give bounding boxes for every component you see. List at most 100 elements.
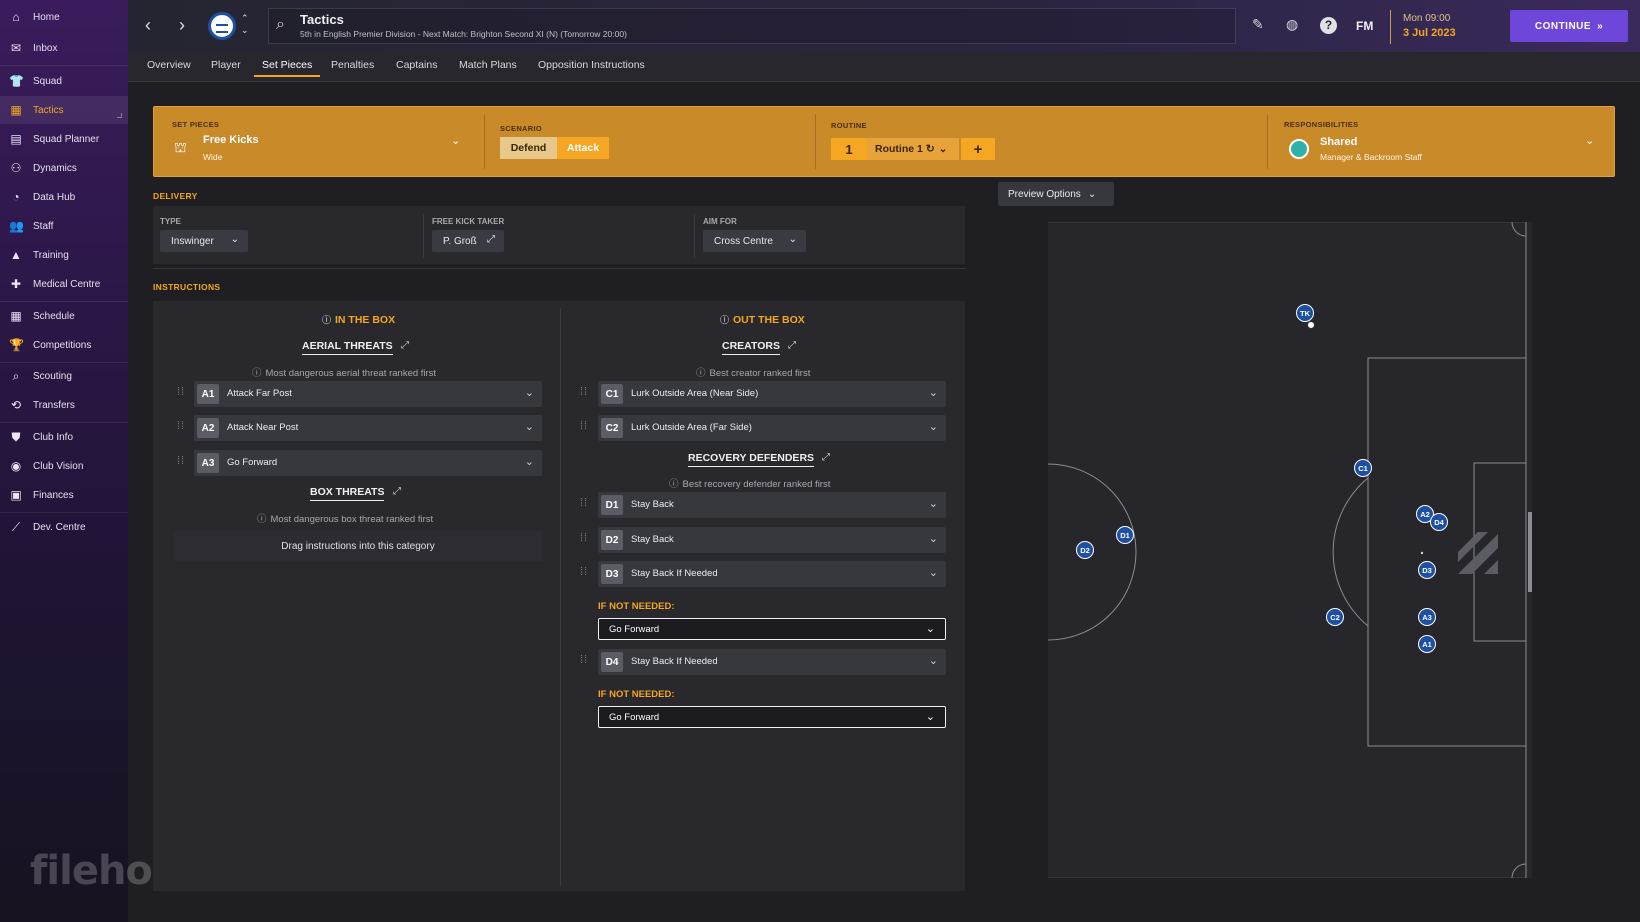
sidebar-item-club-info[interactable]: ⛊ Club Info — [0, 423, 128, 451]
aerial-threats-hint-text: Most dangerous aerial threat ranked firs… — [265, 368, 437, 379]
instruction-row-d3[interactable]: D3 Stay Back If Needed ⌄ — [598, 561, 946, 587]
drag-handle-icon[interactable]: ⁞⁞ — [177, 456, 187, 472]
chevron-down-icon: ⌄ — [1087, 188, 1097, 200]
tab-captains[interactable]: Captains — [396, 59, 437, 71]
sidebar-item-training[interactable]: ▲ Training — [0, 241, 128, 269]
row-text: Attack Near Post — [227, 422, 299, 433]
sidebar-item-dev-centre[interactable]: ⟋ Dev. Centre — [0, 513, 128, 541]
pitch-marker-d1[interactable]: D1 — [1116, 526, 1134, 544]
club-badge[interactable] — [208, 12, 236, 40]
d3-fallback-dropdown[interactable]: Go Forward ⌄ — [598, 618, 946, 640]
pitch-marker-d3[interactable]: D3 — [1418, 561, 1436, 579]
instruction-row-c2[interactable]: C2 Lurk Outside Area (Far Side) ⌄ — [598, 415, 946, 441]
instruction-row-c1[interactable]: C1 Lurk Outside Area (Near Side) ⌄ — [598, 381, 946, 407]
sidebar-item-medical-centre[interactable]: ✚ Medical Centre — [0, 270, 128, 298]
back-arrow-icon[interactable]: ‹ — [145, 15, 151, 35]
creators-hint: ⓘ Best creator ranked first — [696, 365, 810, 379]
sidebar-item-label: Transfers — [33, 399, 75, 411]
sidebar-item-club-vision[interactable]: ◉ Club Vision — [0, 452, 128, 480]
edit-pencil-icon[interactable]: ✎ — [1252, 16, 1264, 33]
reset-icon[interactable]: ⤢ — [822, 452, 830, 463]
section-divider — [153, 268, 965, 269]
swap-icon: ⤢ — [487, 234, 495, 245]
pitch-marker-a1[interactable]: A1 — [1418, 635, 1436, 653]
box-threats-dropzone[interactable]: Drag instructions into this category — [174, 531, 542, 561]
aim-for-dropdown[interactable]: Cross Centre ⌄ — [703, 230, 806, 252]
reset-icon[interactable]: ⤢ — [393, 486, 401, 497]
continue-button[interactable]: CONTINUE » — [1510, 10, 1628, 42]
drag-handle-icon[interactable]: ⁞⁞ — [580, 387, 590, 403]
sidebar-item-data-hub[interactable]: ◔ Data Hub — [0, 183, 128, 211]
instruction-row-d2[interactable]: D2 Stay Back ⌄ — [598, 527, 946, 553]
sidebar-item-staff[interactable]: 👥 Staff — [0, 212, 128, 240]
scenario-defend-button[interactable]: Defend — [500, 137, 557, 159]
box-threats-heading[interactable]: BOX THREATS — [310, 486, 385, 501]
recovery-defenders-heading[interactable]: RECOVERY DEFENDERS — [688, 452, 815, 467]
chevron-down-icon[interactable]: ⌄ — [451, 134, 460, 147]
row-tag: C2 — [601, 418, 623, 438]
world-globe-icon[interactable]: ◍ — [1286, 16, 1298, 33]
forward-arrow-icon[interactable]: › — [179, 15, 185, 35]
club-switch-chevrons-icon[interactable]: ⌃ ⌄ — [241, 12, 249, 36]
sidebar-item-home[interactable]: ⌂ Home — [0, 3, 128, 31]
sidebar-item-label: Training — [33, 249, 69, 261]
delivery-type-dropdown[interactable]: Inswinger ⌄ — [160, 230, 248, 252]
box-threats-hint-text: Most dangerous box threat ranked first — [270, 514, 434, 525]
pitch-marker-c1[interactable]: C1 — [1354, 459, 1372, 477]
tab-overview[interactable]: Overview — [147, 59, 191, 71]
pitch-marker-a3[interactable]: A3 — [1418, 608, 1436, 626]
sidebar-item-finances[interactable]: ▣ Finances — [0, 481, 128, 509]
tab-set-pieces[interactable]: Set Pieces — [262, 59, 312, 71]
sidebar-item-tactics[interactable]: ▦ Tactics — [0, 96, 128, 124]
drag-handle-icon[interactable]: ⁞⁞ — [580, 498, 590, 514]
drag-handle-icon[interactable]: ⁞⁞ — [580, 421, 590, 437]
scenario-attack-button[interactable]: Attack — [557, 137, 609, 159]
pitch-marker-c2[interactable]: C2 — [1326, 608, 1344, 626]
sidebar-item-squad-planner[interactable]: ▤ Squad Planner — [0, 125, 128, 153]
free-kick-taker-selector[interactable]: P. Groß ⤢ — [432, 230, 504, 252]
sidebar-item-squad[interactable]: 👕 Squad — [0, 67, 128, 95]
pitch-marker-tk[interactable]: TK — [1296, 304, 1314, 322]
tab-penalties[interactable]: Penalties — [331, 59, 374, 71]
drag-handle-icon[interactable]: ⁞⁞ — [580, 533, 590, 549]
instruction-row-a3[interactable]: A3 Go Forward ⌄ — [194, 450, 542, 476]
tab-player[interactable]: Player — [211, 59, 241, 71]
sidebar-item-transfers[interactable]: ⟲ Transfers — [0, 391, 128, 419]
preview-options-dropdown[interactable]: Preview Options ⌄ — [998, 182, 1114, 206]
tab-match-plans[interactable]: Match Plans — [459, 59, 517, 71]
reset-icon[interactable]: ⤢ — [788, 340, 796, 351]
sidebar-item-inbox[interactable]: ✉ Inbox — [0, 34, 128, 62]
sidebar-item-competitions[interactable]: 🏆 Competitions — [0, 331, 128, 359]
add-routine-button[interactable]: + — [961, 138, 995, 160]
instruction-row-a2[interactable]: A2 Attack Near Post ⌄ — [194, 415, 542, 441]
routine-selector[interactable]: Routine 1 ↻ ⌄ — [867, 138, 959, 160]
sidebar-item-scouting[interactable]: ⌕ Scouting — [0, 362, 128, 390]
aerial-threats-heading[interactable]: AERIAL THREATS — [302, 340, 393, 355]
row-tag: D2 — [601, 530, 623, 550]
tab-opposition-instructions[interactable]: Opposition Instructions — [538, 59, 645, 71]
help-icon[interactable]: ? — [1320, 17, 1337, 34]
chevron-down-icon: ⌄ — [524, 456, 534, 468]
search-icon[interactable]: ⌕ — [276, 16, 285, 34]
instruction-row-d1[interactable]: D1 Stay Back ⌄ — [598, 492, 946, 518]
drag-handle-icon[interactable]: ⁞⁞ — [177, 387, 187, 403]
d4-fallback-dropdown[interactable]: Go Forward ⌄ — [598, 706, 946, 728]
pitch-marker-d4[interactable]: D4 — [1430, 513, 1448, 531]
instruction-row-a1[interactable]: A1 Attack Far Post ⌄ — [194, 381, 542, 407]
pitch-marker-d2[interactable]: D2 — [1076, 541, 1094, 559]
sidebar-item-dynamics[interactable]: ⚇ Dynamics — [0, 154, 128, 182]
free-kick-wall-icon: ⛫ — [174, 139, 187, 155]
fm-menu-button[interactable]: FM — [1356, 19, 1373, 33]
chevron-down-icon[interactable]: ⌄ — [1585, 134, 1594, 147]
reset-icon[interactable]: ⤢ — [401, 340, 409, 351]
instruction-row-d4[interactable]: D4 Stay Back If Needed ⌄ — [598, 649, 946, 675]
drag-handle-icon[interactable]: ⁞⁞ — [177, 421, 187, 437]
creators-heading[interactable]: CREATORS — [722, 340, 780, 355]
aerial-threats-hint: ⓘ Most dangerous aerial threat ranked fir… — [252, 365, 436, 379]
drag-handle-icon[interactable]: ⁞⁞ — [580, 567, 590, 583]
sidebar-item-schedule[interactable]: ▦ Schedule — [0, 302, 128, 330]
chevron-down-icon: ⌄ — [928, 421, 938, 433]
drag-handle-icon[interactable]: ⁞⁞ — [580, 655, 590, 671]
if-not-needed-label: IF NOT NEEDED: — [598, 601, 675, 612]
row-text: Lurk Outside Area (Near Side) — [631, 388, 759, 399]
